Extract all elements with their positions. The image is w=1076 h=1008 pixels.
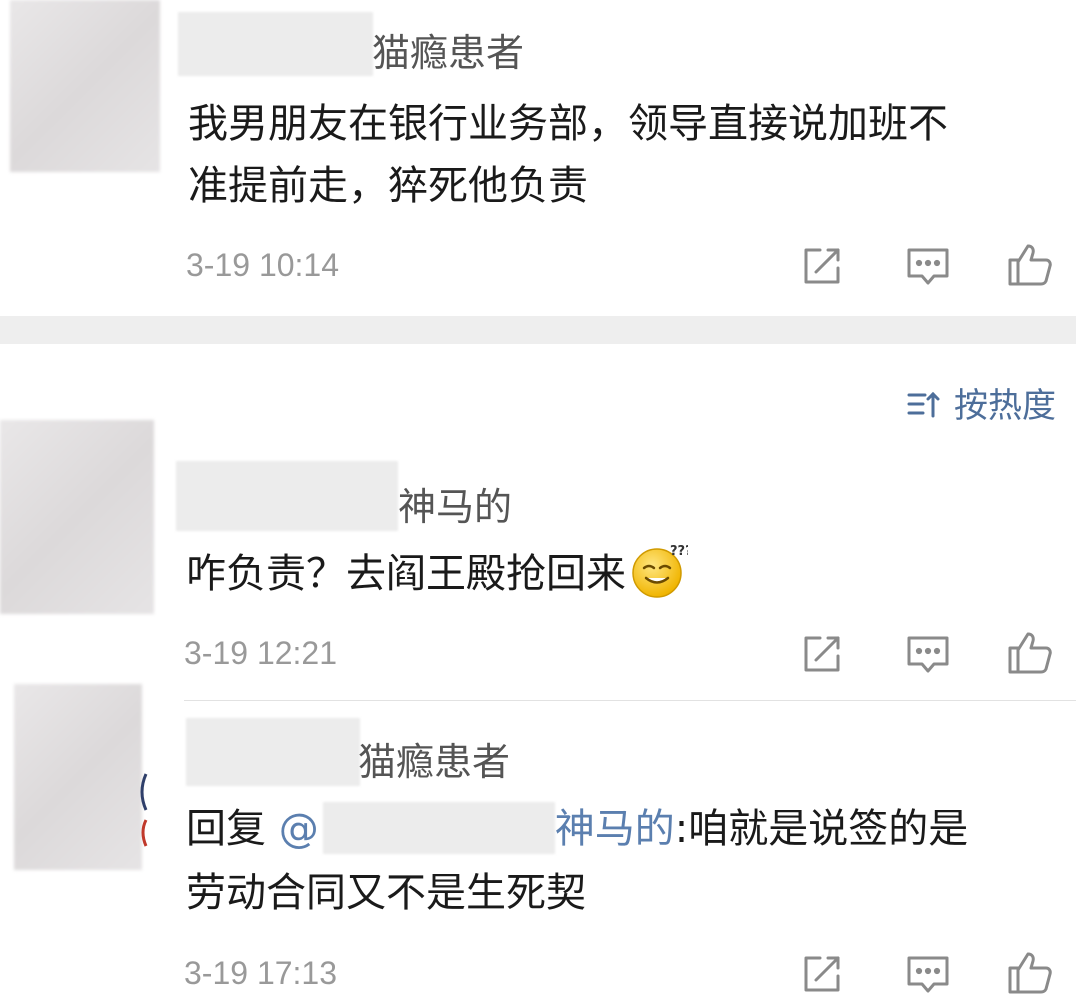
svg-text:???: ??? — [670, 544, 688, 559]
mention-name: 神马的 — [554, 806, 675, 852]
mention-link[interactable]: @ 神马的 — [278, 802, 675, 854]
comment-text-line: 准提前走，猝死他负责 — [188, 163, 588, 209]
username-redacted — [178, 12, 373, 76]
comment-text: 咋负责？去阎王殿抢回来 — [186, 551, 626, 597]
username[interactable]: 猫瘾患者 — [358, 743, 510, 781]
mention-at: @ — [278, 806, 319, 852]
comment-text-line: 咋负责？去阎王殿抢回来??? — [186, 541, 693, 605]
comment-icon[interactable] — [904, 630, 952, 678]
thumbs-up-icon[interactable] — [1006, 628, 1054, 676]
comment-icon[interactable] — [904, 242, 952, 290]
timestamp: 3-19 17:13 — [184, 955, 338, 991]
reply-text-line: 回复 @ 神马的:咱就是说签的是 — [186, 798, 968, 860]
avatar-edge-mark — [140, 773, 148, 847]
avatar[interactable] — [10, 0, 160, 172]
thumbs-up-icon[interactable] — [1006, 948, 1054, 996]
username-redacted — [176, 461, 398, 531]
section-divider — [0, 316, 1076, 344]
username[interactable]: 猫瘾患者 — [372, 34, 524, 72]
username-redacted — [186, 718, 360, 786]
reply-text-line: 劳动合同又不是生死契 — [186, 870, 586, 916]
reply-text: :咱就是说签的是 — [674, 806, 969, 852]
sort-button[interactable]: 按热度 — [906, 386, 1056, 426]
avatar[interactable] — [14, 684, 142, 870]
share-icon[interactable] — [798, 630, 846, 678]
share-icon[interactable] — [798, 242, 846, 290]
reply-prefix: 回复 — [186, 806, 279, 852]
username[interactable]: 神马的 — [398, 488, 512, 526]
thumbs-up-icon[interactable] — [1006, 240, 1054, 288]
sweat-smile-emoji: ??? — [630, 541, 693, 599]
sort-icon — [906, 386, 942, 426]
share-icon[interactable] — [798, 950, 846, 998]
timestamp: 3-19 10:14 — [186, 247, 340, 283]
comment-text-line: 我男朋友在银行业务部，领导直接说加班不 — [188, 101, 948, 147]
timestamp: 3-19 12:21 — [184, 635, 338, 671]
comment-icon[interactable] — [904, 950, 952, 998]
reply-divider — [184, 700, 1076, 701]
sort-label: 按热度 — [954, 386, 1056, 426]
avatar[interactable] — [0, 420, 154, 614]
mention-redacted — [322, 802, 555, 854]
